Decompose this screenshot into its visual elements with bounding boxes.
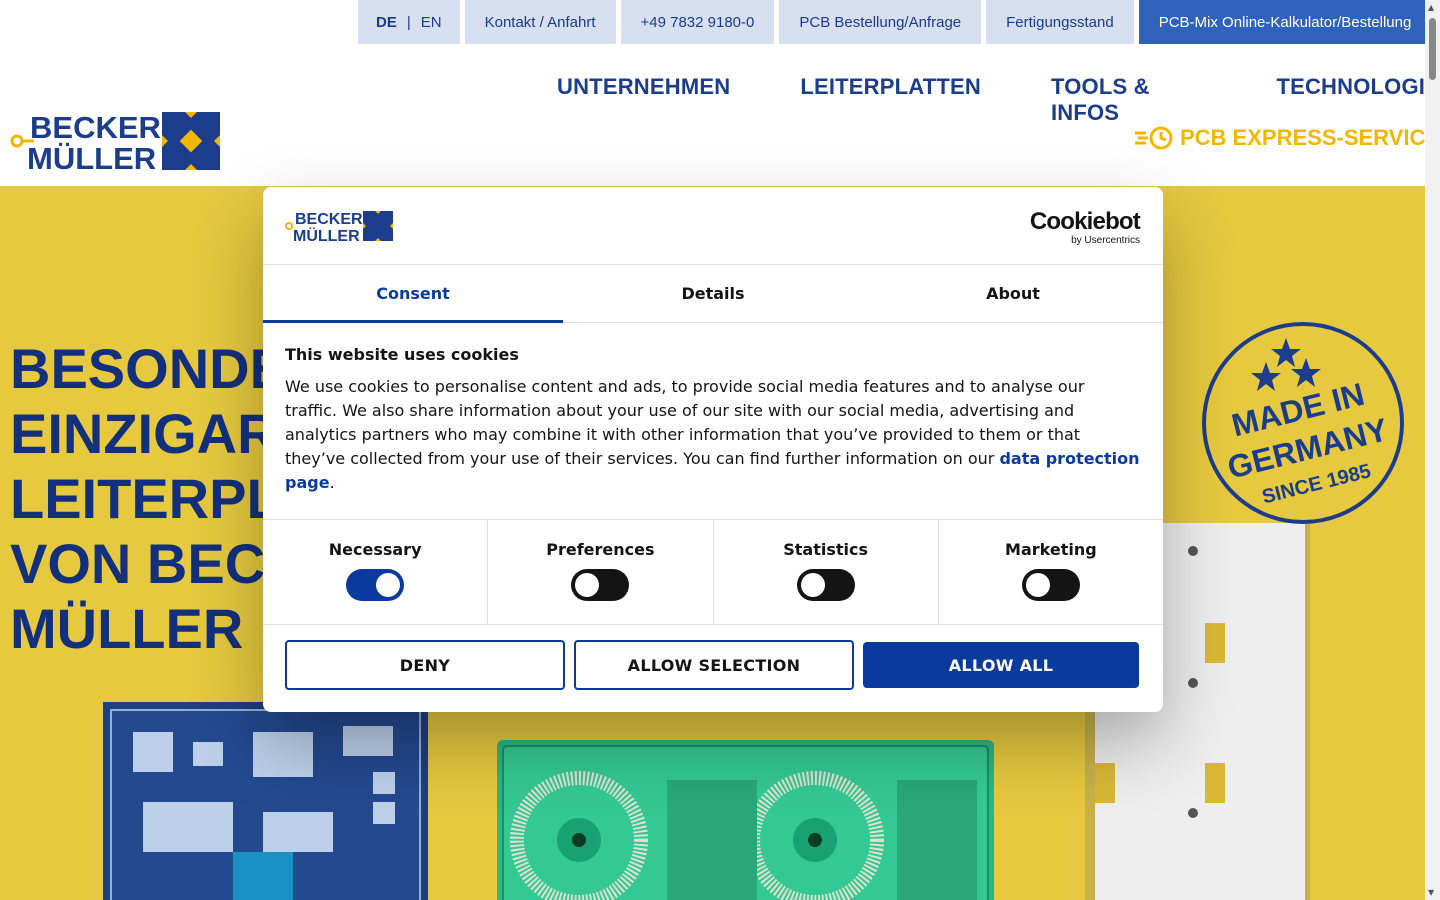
logo-text-becker: BECKER <box>30 110 161 145</box>
tab-consent[interactable]: Consent <box>263 265 563 323</box>
category-necessary: Necessary <box>263 520 489 624</box>
express-service-link[interactable]: PCB EXPRESS-SERVICE <box>1134 125 1440 151</box>
lang-separator: | <box>406 13 411 31</box>
scrollbar-thumb[interactable] <box>1429 18 1436 80</box>
statistics-toggle[interactable] <box>796 569 855 601</box>
blue-pcb-image <box>103 702 428 900</box>
dialog-logo-becker: BECKER <box>295 211 363 228</box>
preferences-toggle[interactable] <box>571 569 630 601</box>
cookiebot-name: Cookiebot <box>1029 208 1141 235</box>
pcb-order-link[interactable]: PCB Bestellung/Anfrage <box>779 0 982 44</box>
made-in-germany-seal: MADE IN GERMANY SINCE 1985 <box>1202 322 1404 524</box>
star-icon <box>1291 358 1321 387</box>
consent-body: This website uses cookies We use cookies… <box>263 323 1163 519</box>
star-icon <box>1271 338 1301 367</box>
express-clock-icon <box>1135 126 1173 150</box>
allow-selection-button[interactable]: ALLOW SELECTION <box>574 640 854 690</box>
cookie-consent-dialog: BECKER MÜLLER Cookiebot by Usercentrics … <box>263 187 1163 712</box>
consent-text-main: We use cookies to personalise content an… <box>285 377 1085 468</box>
deny-button[interactable]: DENY <box>285 640 565 690</box>
category-marketing: Marketing <box>939 520 1163 624</box>
phone-link[interactable]: +49 7832 9180-0 <box>620 0 775 44</box>
tab-about[interactable]: About <box>863 265 1163 322</box>
consent-text-end: . <box>329 473 335 492</box>
green-pcb-image <box>497 740 994 900</box>
consent-text: We use cookies to personalise content an… <box>285 375 1141 495</box>
cookiebot-subtitle: by Usercentrics <box>1071 235 1140 246</box>
cookiebot-brand[interactable]: Cookiebot by Usercentrics <box>1029 208 1141 247</box>
scroll-down-icon[interactable]: ▼ <box>1428 888 1434 897</box>
category-label: Necessary <box>328 540 422 559</box>
category-label: Statistics <box>783 540 868 559</box>
category-preferences: Preferences <box>488 520 714 624</box>
page-scrollbar[interactable]: ▲ ▼ <box>1425 0 1440 900</box>
lang-de[interactable]: DE <box>376 14 397 31</box>
language-switcher: DE | EN <box>358 0 460 44</box>
necessary-toggle[interactable] <box>346 569 405 601</box>
nav-unternehmen[interactable]: UNTERNEHMEN <box>557 74 730 126</box>
consent-tabs: Consent Details About <box>263 265 1163 323</box>
becker-mueller-logo[interactable]: BECKER MÜLLER <box>10 110 222 172</box>
production-status-link[interactable]: Fertigungsstand <box>986 0 1134 44</box>
nav-tools-infos[interactable]: TOOLS & INFOS <box>1051 74 1207 126</box>
tab-details[interactable]: Details <box>563 265 863 322</box>
marketing-toggle[interactable] <box>1021 569 1080 601</box>
category-label: Preferences <box>546 540 655 559</box>
star-icon <box>1251 362 1281 391</box>
nav-leiterplatten[interactable]: LEITERPLATTEN <box>800 74 981 126</box>
online-calculator-link[interactable]: PCB-Mix Online-Kalkulator/Bestellung <box>1138 0 1432 44</box>
main-navigation: UNTERNEHMEN LEITERPLATTEN TOOLS & INFOS … <box>557 74 1440 126</box>
dialog-header: BECKER MÜLLER Cookiebot by Usercentrics <box>263 187 1163 265</box>
express-service-label: PCB EXPRESS-SERVICE <box>1180 125 1440 150</box>
logo-text-mueller: MÜLLER <box>27 141 156 172</box>
dialog-logo-mueller: MÜLLER <box>293 226 360 243</box>
scroll-up-icon[interactable]: ▲ <box>1428 3 1434 12</box>
contact-link[interactable]: Kontakt / Anfahrt <box>464 0 616 44</box>
category-statistics: Statistics <box>714 520 939 624</box>
lang-en[interactable]: EN <box>421 14 442 31</box>
allow-all-button[interactable]: ALLOW ALL <box>863 642 1139 688</box>
dialog-logo: BECKER MÜLLER <box>285 211 393 243</box>
utility-bar: DE | EN Kontakt / Anfahrt +49 7832 9180-… <box>358 0 1432 44</box>
consent-categories: Necessary Preferences Statistics Marketi… <box>263 519 1163 625</box>
category-label: Marketing <box>1005 540 1097 559</box>
consent-buttons: DENY ALLOW SELECTION ALLOW ALL <box>263 625 1163 690</box>
nav-technologie[interactable]: TECHNOLOGIE <box>1276 74 1440 126</box>
consent-heading: This website uses cookies <box>285 345 519 364</box>
